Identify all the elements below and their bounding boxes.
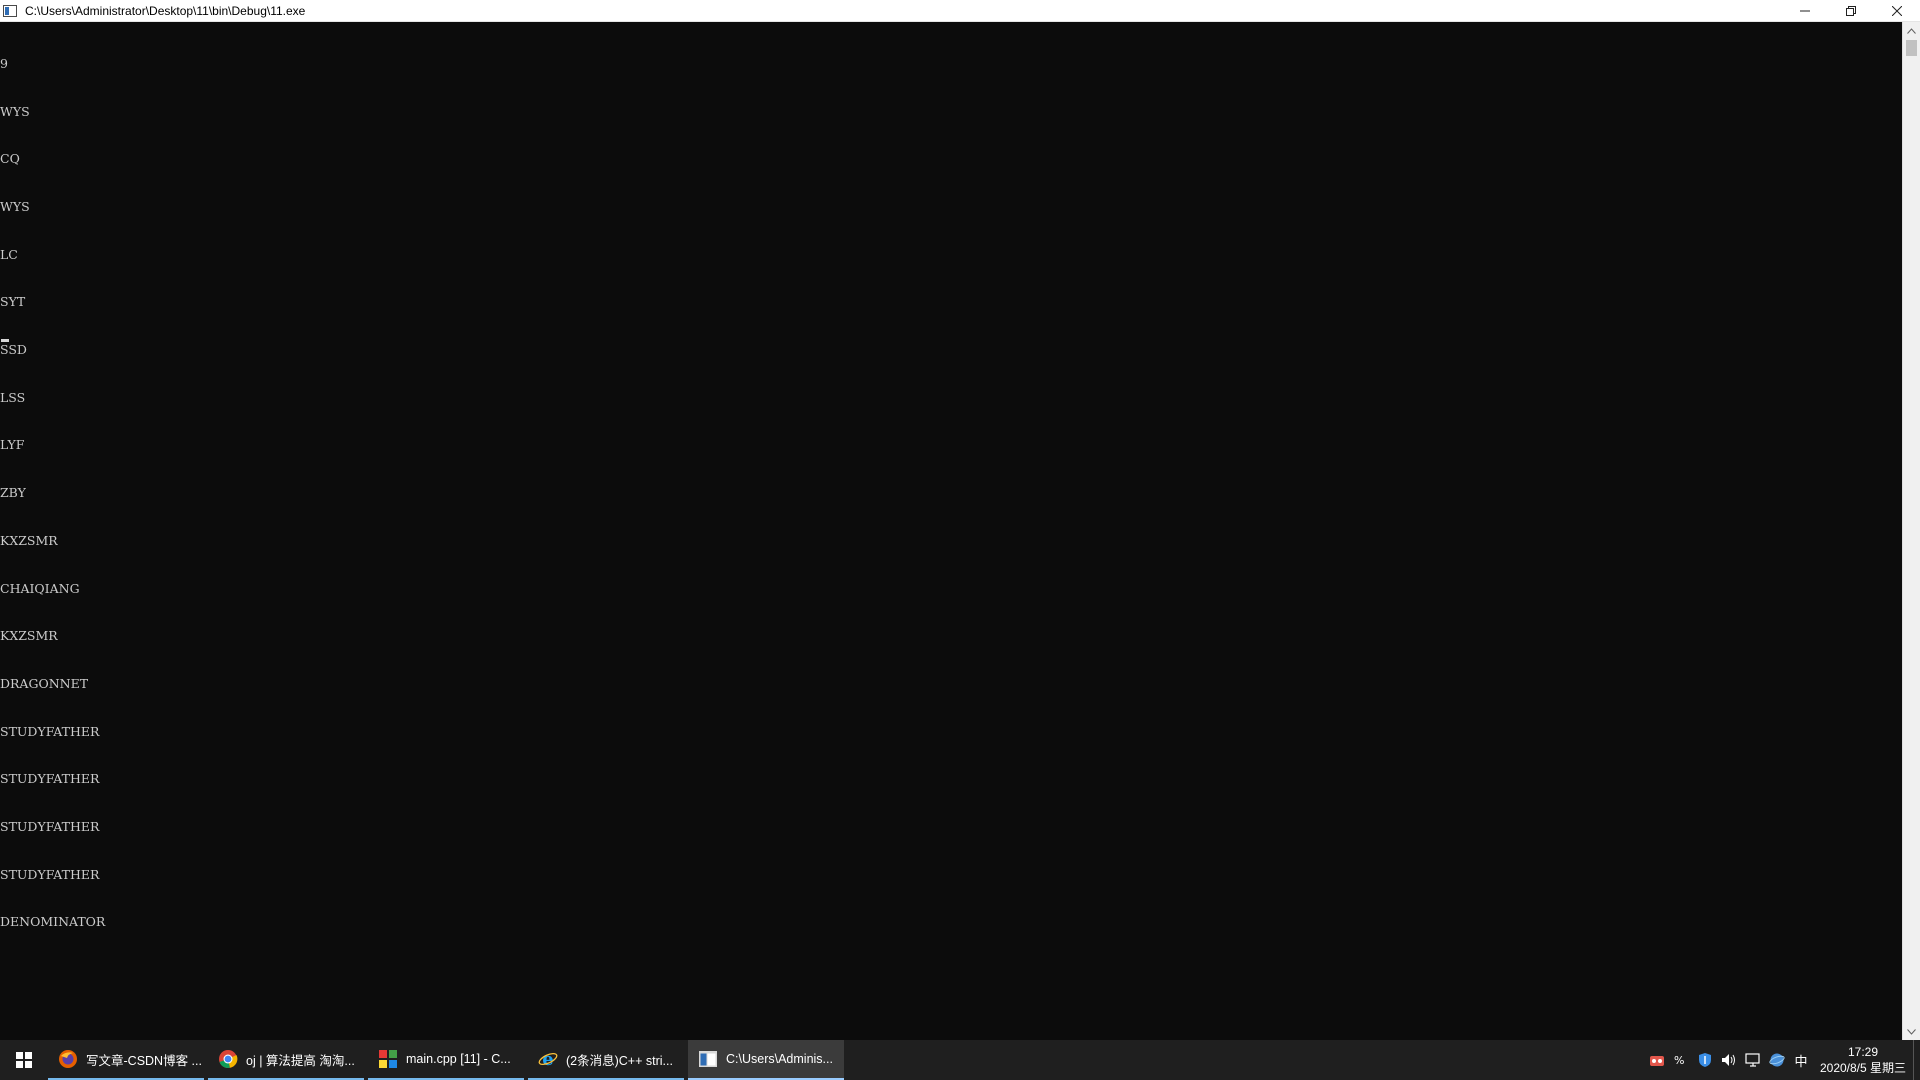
windows-logo-icon xyxy=(16,1052,32,1068)
chevron-down-icon xyxy=(1907,1028,1916,1035)
console-line: SYT xyxy=(0,294,26,310)
window-titlebar[interactable]: C:\Users\Administrator\Desktop\11\bin\De… xyxy=(0,0,1920,22)
taskbar-item-codeblocks[interactable]: main.cpp [11] - C... xyxy=(368,1040,524,1080)
svg-text:e: e xyxy=(542,1049,553,1069)
console-line: DENOMINATOR xyxy=(0,914,106,930)
scroll-down-button[interactable] xyxy=(1903,1023,1920,1040)
svg-text:%: % xyxy=(1674,1054,1684,1067)
ime-mode-indicator[interactable]: 中 xyxy=(1789,1040,1813,1080)
taskbar-item-chrome[interactable]: oj | 算法提高 淘淘... xyxy=(208,1040,364,1080)
console-line: CHAIQIANG xyxy=(0,580,80,596)
taskbar-item-label: main.cpp [11] - C... xyxy=(406,1052,511,1066)
console-line: LC xyxy=(0,246,18,262)
show-desktop-button[interactable] xyxy=(1913,1040,1920,1080)
taskbar: 写文章-CSDN博客 ... oj | 算法提高 淘淘... main.cpp … xyxy=(0,1040,1920,1080)
minimize-button[interactable] xyxy=(1782,0,1828,22)
console-lines: 9 WYS CQ WYS LC SYT SSD LSS LYF ZBY KXZS… xyxy=(0,24,105,962)
restore-button[interactable] xyxy=(1828,0,1874,22)
console-app-icon xyxy=(3,4,17,17)
console-line: ZBY xyxy=(0,485,26,501)
close-icon xyxy=(1892,5,1902,16)
taskbar-item-label: oj | 算法提高 淘淘... xyxy=(246,1053,355,1068)
system-tray: % 中 17:29 2020/8/5 星期三 xyxy=(1645,1040,1920,1080)
input-method-toolbar-icon[interactable]: % xyxy=(1669,1040,1693,1080)
taskbar-item-label: C:\Users\Adminis... xyxy=(726,1052,833,1066)
window-title: C:\Users\Administrator\Desktop\11\bin\De… xyxy=(25,3,306,18)
clock[interactable]: 17:29 2020/8/5 星期三 xyxy=(1813,1040,1913,1080)
network-icon[interactable] xyxy=(1741,1040,1765,1080)
scroll-up-button[interactable] xyxy=(1903,22,1920,39)
taskbar-item-console[interactable]: C:\Users\Adminis... xyxy=(688,1040,844,1080)
taskbar-item-label: (2条消息)C++ stri... xyxy=(566,1053,673,1068)
shield-icon[interactable] xyxy=(1693,1040,1717,1080)
clock-date: 2020/8/5 星期三 xyxy=(1819,1061,1907,1075)
console-line: SSD xyxy=(0,342,27,358)
console-icon xyxy=(698,1049,718,1069)
taskbar-item-firefox[interactable]: 写文章-CSDN博客 ... xyxy=(48,1040,204,1080)
clock-time: 17:29 xyxy=(1847,1045,1879,1059)
console-line: STUDYFATHER xyxy=(0,819,100,835)
close-button[interactable] xyxy=(1874,0,1920,22)
console-line: STUDYFATHER xyxy=(0,723,100,739)
taskbar-item-label: 写文章-CSDN博客 ... xyxy=(86,1053,202,1068)
console-line: KXZSMR xyxy=(0,532,58,548)
console-output-area[interactable]: 9 WYS CQ WYS LC SYT SSD LSS LYF ZBY KXZS… xyxy=(0,22,1902,1040)
console-line: DRAGONNET xyxy=(0,675,89,691)
chrome-icon xyxy=(218,1049,238,1069)
text-cursor xyxy=(1,339,9,342)
console-line: STUDYFATHER xyxy=(0,771,100,787)
console-line: STUDYFATHER xyxy=(0,866,100,882)
browser-tray-icon[interactable] xyxy=(1765,1040,1789,1080)
volume-icon[interactable] xyxy=(1717,1040,1741,1080)
console-line: CQ xyxy=(0,151,20,167)
start-button[interactable] xyxy=(0,1040,48,1080)
firefox-icon xyxy=(58,1049,78,1069)
console-line: LYF xyxy=(0,437,25,453)
console-line: LSS xyxy=(0,389,26,405)
tray-app-icon[interactable] xyxy=(1645,1040,1669,1080)
restore-icon xyxy=(1846,5,1856,16)
console-line: WYS xyxy=(0,103,30,119)
scroll-thumb[interactable] xyxy=(1906,40,1917,56)
codeblocks-icon xyxy=(378,1049,398,1069)
console-line: KXZSMR xyxy=(0,628,58,644)
taskbar-item-ie[interactable]: e (2条消息)C++ stri... xyxy=(528,1040,684,1080)
ie-icon: e xyxy=(538,1049,558,1069)
console-line: 9 xyxy=(0,55,8,71)
minimize-icon xyxy=(1800,10,1810,11)
console-line: WYS xyxy=(0,198,30,214)
chevron-up-icon xyxy=(1907,27,1916,34)
vertical-scrollbar[interactable] xyxy=(1902,22,1920,1040)
